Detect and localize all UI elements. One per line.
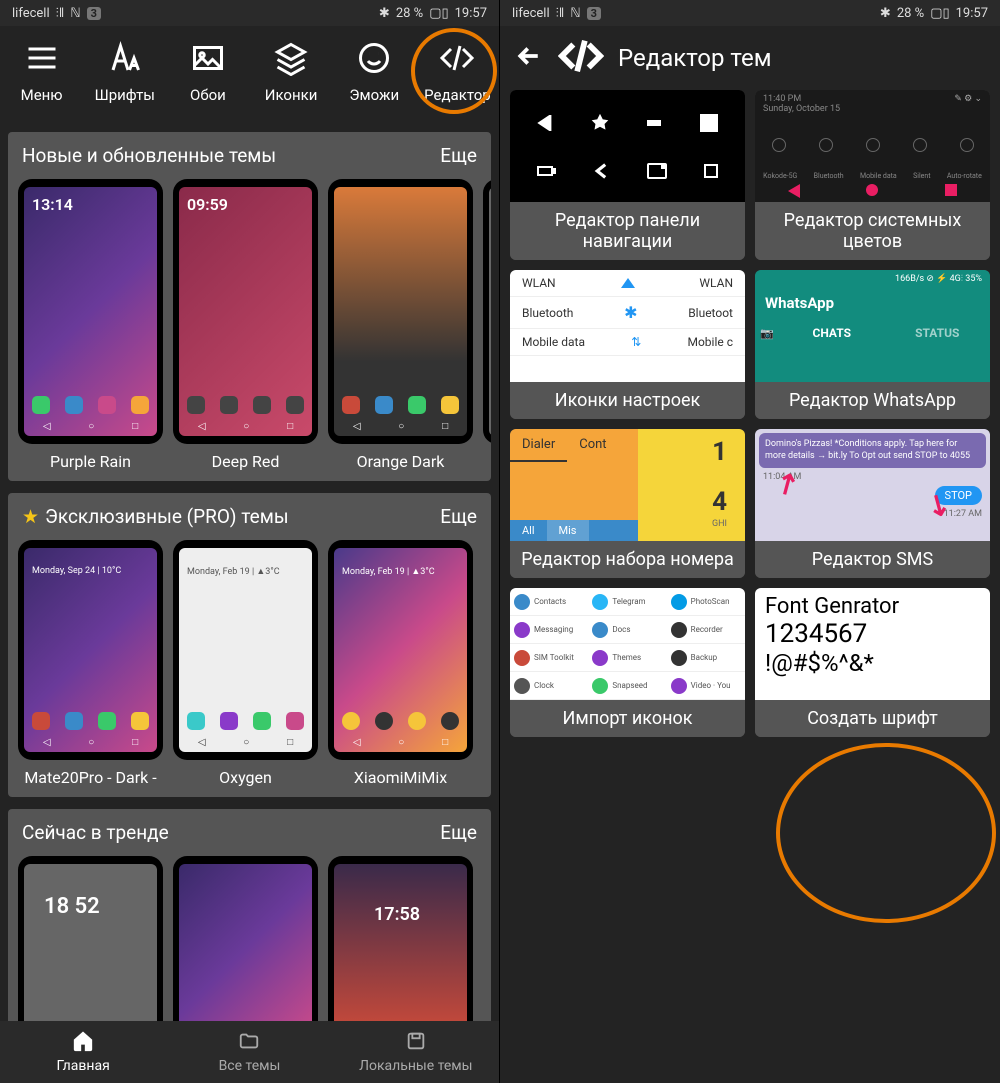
emoji-icon — [354, 38, 394, 78]
section-title: Сейчас в тренде — [22, 821, 169, 844]
dialer-preview: DialerCont AllMis 1 4GHI — [510, 429, 745, 541]
theme-card[interactable]: 18 52 — [18, 856, 163, 1041]
card-whatsapp-editor[interactable]: 166B/s ⊘ ⚡ 4G⫶ 35% WhatsApp 📷CHATSSTATUS… — [755, 270, 990, 419]
font-icon — [105, 38, 145, 78]
carrier: lifecell — [512, 6, 550, 21]
card-import-icons[interactable]: Contacts Telegram PhotoScan Messaging Do… — [510, 588, 745, 737]
carrier: lifecell — [12, 6, 50, 21]
status-bar: lifecell ⫶‖ ℕ 3 ✱ 28 % ▢▯ 19:57 — [0, 0, 499, 26]
nav-all-themes[interactable]: Все темы — [166, 1021, 332, 1083]
card-settings-icons[interactable]: WLANWLAN Bluetooth✱Bluetoot Mobile data⇅… — [510, 270, 745, 419]
image-icon — [188, 38, 228, 78]
home-icon — [72, 1030, 94, 1056]
nfc-icon: ℕ — [70, 6, 80, 21]
bluetooth-icon: ✱ — [379, 6, 390, 21]
card-nav-editor[interactable]: Редактор панели навигации — [510, 90, 745, 260]
card-dialer-editor[interactable]: DialerCont AllMis 1 4GHI Редактор набора… — [510, 429, 745, 578]
icons-import-preview: Contacts Telegram PhotoScan Messaging Do… — [510, 588, 745, 700]
nfc-icon: ℕ — [570, 6, 580, 21]
wallpapers-button[interactable]: Обои — [166, 38, 249, 104]
save-icon — [405, 1030, 427, 1056]
themes-app-screen: lifecell ⫶‖ ℕ 3 ✱ 28 % ▢▯ 19:57 Меню Шри… — [0, 0, 500, 1083]
signal-icon: ⫶‖ — [56, 5, 65, 21]
clock: 19:57 — [455, 6, 487, 21]
notif-count: 3 — [587, 7, 601, 20]
battery-pct: 28 % — [396, 6, 423, 21]
nav-preview — [510, 90, 745, 202]
theme-card[interactable]: 09:59◁○□ Deep Red — [173, 179, 318, 471]
whatsapp-preview: 166B/s ⊘ ⚡ 4G⫶ 35% WhatsApp 📷CHATSSTATUS — [755, 270, 990, 382]
theme-card[interactable]: Monday, Feb 19 | ▲3°C◁○□ Oxygen — [173, 540, 318, 787]
code-icon — [558, 33, 604, 83]
nav-local-themes[interactable]: Локальные темы — [333, 1021, 499, 1083]
theme-editor-screen: lifecell ⫶‖ ℕ 3 ✱ 28 % ▢▯ 19:57 Редактор… — [500, 0, 1000, 1083]
syscolor-preview: 11:40 PMSunday, October 15✎ ⚙ ⌄ Kokode-5… — [755, 90, 990, 202]
font-preview: Font Genrator 1234567 !@#$%^&* — [755, 588, 990, 700]
emoji-button[interactable]: Эможи — [333, 38, 416, 104]
hamburger-icon — [22, 38, 62, 78]
card-create-font[interactable]: Font Genrator 1234567 !@#$%^&* Создать ш… — [755, 588, 990, 737]
clock: 19:57 — [956, 6, 988, 21]
folder-icon — [238, 1030, 260, 1056]
section-trending: Сейчас в тренде Еще 18 52 17:58 — [8, 809, 491, 1051]
theme-card[interactable]: Monday, Sep 24 | 10°C◁○□ Mate20Pro - Dar… — [18, 540, 163, 787]
settings-preview: WLANWLAN Bluetooth✱Bluetoot Mobile data⇅… — [510, 270, 745, 382]
highlight-create-font — [776, 743, 996, 923]
battery-icon: ▢▯ — [930, 6, 949, 21]
editor-grid: Редактор панели навигации 11:40 PMSunday… — [500, 90, 1000, 737]
fonts-button[interactable]: Шрифты — [83, 38, 166, 104]
menu-button[interactable]: Меню — [0, 38, 83, 104]
more-link[interactable]: Еще — [440, 144, 477, 167]
page-title: Редактор тем — [618, 44, 772, 72]
notif-count: 3 — [87, 7, 101, 20]
signal-icon: ⫶‖ — [556, 5, 565, 21]
highlight-editor — [411, 28, 497, 114]
theme-card[interactable]: Monday, Feb 19 | ▲3°C◁○□ XiaomiMiMix — [328, 540, 473, 787]
layers-icon — [271, 38, 311, 78]
card-sms-editor[interactable]: Domino's Pizzas! *Conditions apply. Tap … — [755, 429, 990, 578]
star-icon: ★ — [22, 505, 39, 528]
battery-icon: ▢▯ — [429, 6, 448, 21]
battery-pct: 28 % — [897, 6, 924, 21]
nav-home[interactable]: Главная — [0, 1021, 166, 1083]
sms-preview: Domino's Pizzas! *Conditions apply. Tap … — [755, 429, 990, 541]
card-system-colors[interactable]: 11:40 PMSunday, October 15✎ ⚙ ⌄ Kokode-5… — [755, 90, 990, 260]
section-title: ★Эксклюзивные (PRO) темы — [22, 505, 289, 528]
more-link[interactable]: Еще — [440, 821, 477, 844]
section-new-themes: Новые и обновленные темы Еще 13:14◁○□ Pu… — [8, 132, 491, 481]
status-bar: lifecell ⫶‖ ℕ 3 ✱ 28 % ▢▯ 19:57 — [500, 0, 1000, 26]
icons-button[interactable]: Иконки — [250, 38, 333, 104]
more-link[interactable]: Еще — [440, 505, 477, 528]
theme-card[interactable]: H — [483, 179, 491, 471]
theme-card[interactable]: 17:58 — [328, 856, 473, 1041]
toolbar: Меню Шрифты Обои Иконки Эможи Редактор — [0, 26, 499, 126]
back-button[interactable] — [514, 41, 544, 75]
section-title: Новые и обновленные темы — [22, 144, 276, 167]
theme-card[interactable] — [173, 856, 318, 1041]
bluetooth-icon: ✱ — [880, 6, 891, 21]
section-pro-themes: ★Эксклюзивные (PRO) темы Еще Monday, Sep… — [8, 493, 491, 797]
theme-card[interactable]: 13:14◁○□ Purple Rain — [18, 179, 163, 471]
editor-header: Редактор тем — [500, 26, 1000, 90]
bottom-nav: Главная Все темы Локальные темы — [0, 1021, 499, 1083]
theme-card[interactable]: ◁○□ Orange Dark — [328, 179, 473, 471]
